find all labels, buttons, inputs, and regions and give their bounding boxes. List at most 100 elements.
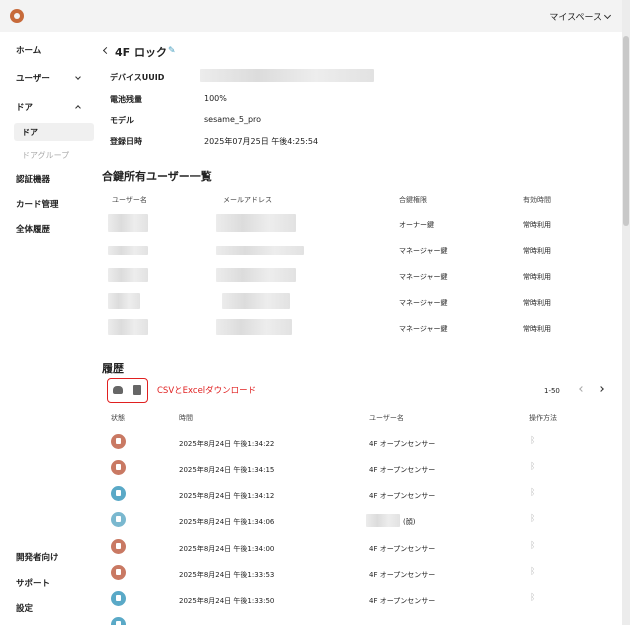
email-redacted	[216, 246, 304, 255]
sidebar-item-label: カード管理	[16, 200, 59, 210]
key-role: マネージャー鍵	[399, 325, 448, 333]
back-button[interactable]	[102, 46, 111, 56]
history-section-title: 履歴	[102, 362, 124, 375]
user-name-redacted	[366, 514, 400, 527]
sidebar-item-label: 全体履歴	[16, 225, 51, 235]
sidebar-subitem-door-group[interactable]: ドアグループ	[14, 146, 94, 164]
sidebar-item-label: サポート	[16, 579, 51, 589]
open-status-icon	[111, 591, 126, 606]
sidebar-item-label: 設定	[16, 604, 34, 614]
sidebar-item-label: ドア	[22, 127, 38, 137]
column-header: ユーザー名	[369, 414, 404, 422]
chevron-up-icon	[75, 105, 81, 111]
user-name-redacted	[108, 268, 148, 282]
bluetooth-icon: ᛒ	[530, 436, 536, 446]
battery-label: 電池残量	[110, 95, 142, 104]
bluetooth-icon: ᛒ	[530, 541, 536, 551]
sidebar-item-label: 認証機器	[16, 175, 51, 185]
space-selector[interactable]: マイスペース	[549, 10, 612, 23]
sidebar-item-users[interactable]: ユーザー	[16, 72, 81, 84]
sidebar-item-support[interactable]: サポート	[16, 577, 80, 589]
history-user: 4F オープンセンサー	[369, 571, 436, 579]
chevron-down-icon	[603, 11, 612, 19]
history-user: 4F オープンセンサー	[369, 597, 436, 605]
column-header: 状態	[111, 414, 125, 422]
pencil-icon[interactable]: ✎	[168, 46, 176, 56]
column-header: 操作方法	[529, 414, 557, 422]
top-bar: マイスペース	[0, 0, 630, 32]
bluetooth-icon: ᛒ	[530, 488, 536, 498]
key-time: 常時利用	[523, 273, 551, 281]
column-header: メールアドレス	[223, 196, 272, 204]
history-user: 4F オープンセンサー	[369, 545, 436, 553]
sidebar-subitem-door[interactable]: ドア	[14, 123, 94, 141]
key-role: マネージャー鍵	[399, 247, 448, 255]
history-user: 4F オープンセンサー	[369, 466, 436, 474]
key-time: 常時利用	[523, 325, 551, 333]
bluetooth-icon: ᛒ	[530, 593, 536, 603]
space-label: マイスペース	[549, 13, 602, 23]
email-redacted	[216, 214, 296, 232]
sidebar-item-label: ホーム	[16, 46, 42, 56]
uuid-label: デバイスUUID	[110, 73, 165, 82]
scrollbar-thumb[interactable]	[623, 36, 629, 226]
bluetooth-icon: ᛒ	[530, 462, 536, 472]
sidebar-item-auth-devices[interactable]: 認証機器	[16, 173, 80, 185]
open-status-icon	[111, 617, 126, 625]
email-redacted	[216, 319, 292, 335]
registered-value: 2025年07月25日 午後4:25:54	[204, 137, 319, 146]
sidebar-item-label: ドアグループ	[22, 150, 70, 160]
column-header: 有効時間	[523, 196, 551, 204]
scrollbar[interactable]	[622, 0, 630, 625]
column-header: 時間	[179, 414, 193, 422]
bluetooth-icon: ᛒ	[530, 514, 536, 524]
file-download-icon[interactable]	[133, 385, 141, 395]
history-time: 2025年8月24日 午後1:34:15	[179, 466, 275, 474]
key-role: マネージャー鍵	[399, 273, 448, 281]
next-page-button[interactable]	[598, 386, 606, 394]
sidebar-item-label: 開発者向け	[16, 553, 59, 563]
sidebar	[0, 32, 100, 625]
export-annotation: CSVとExcelダウンロード	[157, 386, 257, 396]
email-redacted	[216, 268, 296, 282]
lock-status-icon	[111, 539, 126, 554]
email-redacted	[222, 293, 290, 309]
user-name-redacted	[108, 319, 148, 335]
registered-label: 登録日時	[110, 137, 142, 146]
sidebar-item-doors[interactable]: ドア	[16, 101, 81, 113]
sidebar-item-history[interactable]: 全体履歴	[16, 223, 80, 235]
uuid-value-redacted	[200, 69, 374, 82]
history-user: 4F オープンセンサー	[369, 440, 436, 448]
bluetooth-icon: ᛒ	[530, 567, 536, 577]
key-role: マネージャー鍵	[399, 299, 448, 307]
model-label: モデル	[110, 116, 134, 125]
sidebar-item-developer[interactable]: 開発者向け	[16, 551, 80, 563]
chevron-right-icon	[598, 386, 604, 392]
prev-page-button[interactable]	[578, 386, 586, 394]
history-time: 2025年8月24日 午後1:34:06	[179, 518, 275, 526]
user-name-redacted	[108, 293, 140, 309]
key-time: 常時利用	[523, 247, 551, 255]
chevron-left-icon	[579, 386, 585, 392]
history-time: 2025年8月24日 午後1:34:22	[179, 440, 275, 448]
key-role: オーナー鍵	[399, 221, 434, 229]
sidebar-item-label: ユーザー	[16, 74, 50, 84]
battery-value: 100%	[204, 94, 227, 103]
history-time: 2025年8月24日 午後1:34:00	[179, 545, 275, 553]
sesame-logo-icon[interactable]	[10, 9, 24, 23]
sidebar-item-settings[interactable]: 設定	[16, 602, 80, 614]
unlock-status-icon	[111, 512, 126, 527]
model-value: sesame_5_pro	[204, 115, 262, 124]
user-name-redacted	[108, 214, 148, 232]
sidebar-item-cards[interactable]: カード管理	[16, 198, 80, 210]
history-user: 4F オープンセンサー	[369, 492, 436, 500]
cloud-download-icon[interactable]	[113, 386, 123, 394]
keys-section-title: 合鍵所有ユーザー一覧	[102, 170, 212, 183]
sidebar-item-home[interactable]: ホーム	[16, 44, 80, 56]
page-title: 4F ロック	[115, 46, 167, 59]
open-status-icon	[111, 460, 126, 475]
open-status-icon	[111, 486, 126, 501]
user-name-redacted	[108, 246, 148, 255]
history-user: (顔)	[403, 518, 416, 526]
lock-status-icon	[111, 434, 126, 449]
